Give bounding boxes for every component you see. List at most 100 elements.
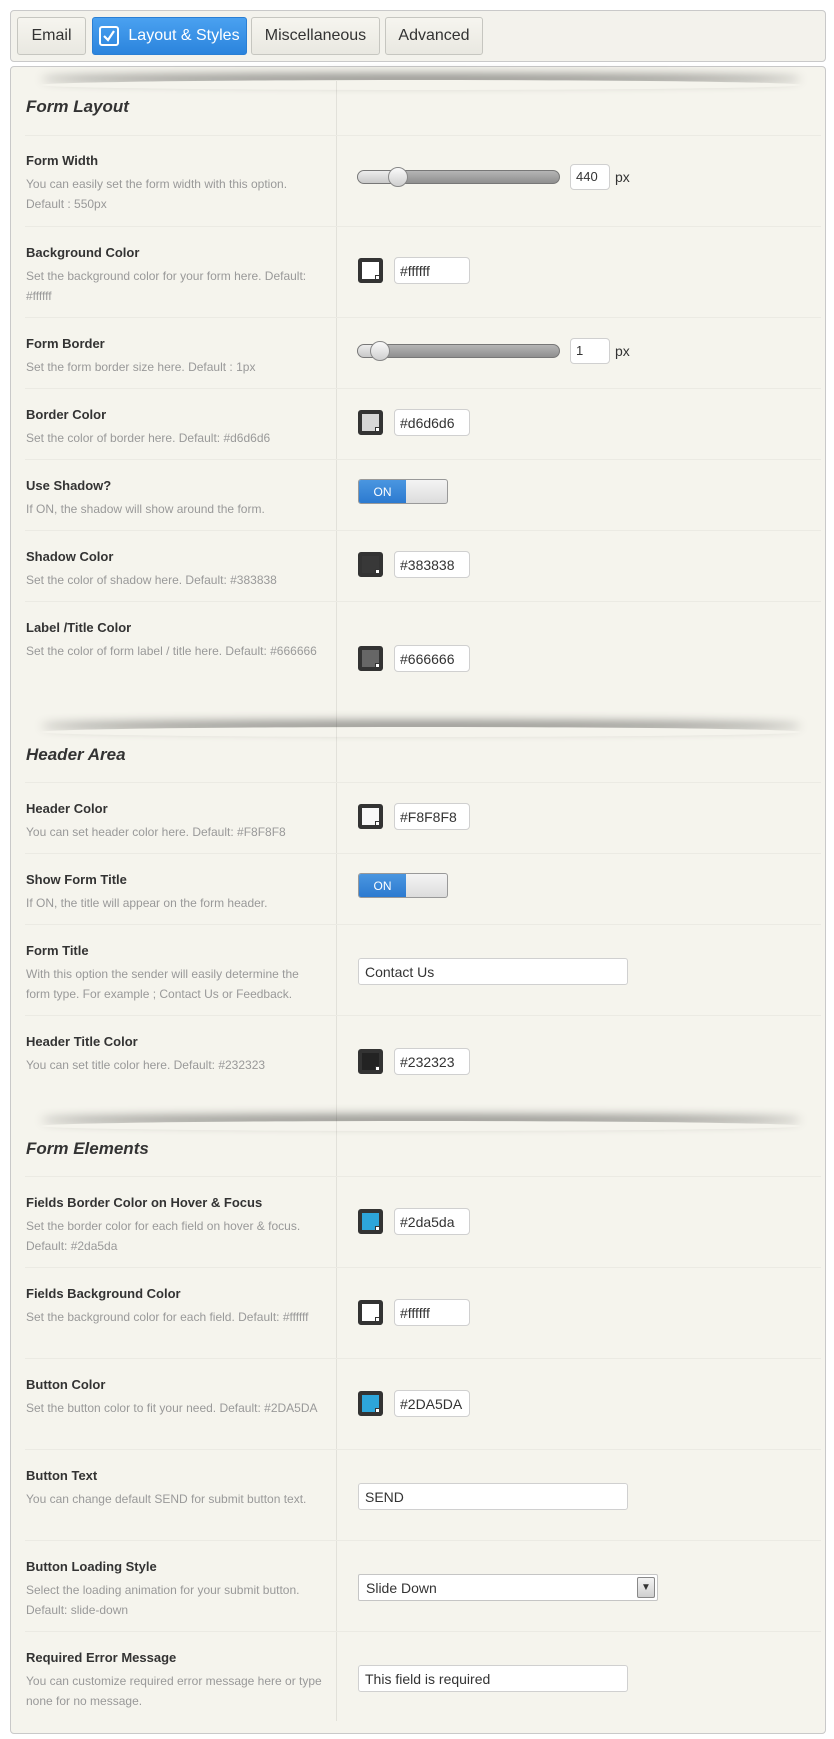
toggle-on-label: ON [359,480,406,503]
setting-label: Required Error Message [26,1650,177,1665]
background-color-input[interactable]: #ffffff [394,257,470,284]
setting-label: Border Color [26,407,107,422]
tab-advanced-label: Advanced [398,27,470,44]
tab-layout-styles[interactable]: Layout & Styles [92,17,247,55]
separator [25,1358,821,1359]
button-color-swatch[interactable] [358,1391,383,1416]
slider-handle[interactable] [388,167,408,187]
header-title-color-swatch[interactable] [358,1049,383,1074]
separator [25,226,821,227]
toggle-on-label: ON [359,874,406,897]
setting-description: Set the color of border here. Default: #… [26,431,271,445]
label-color-input[interactable]: #666666 [394,645,470,672]
fields-border-color-input[interactable]: #2da5da [394,1208,470,1235]
swatch-corner-icon [375,1066,380,1071]
border-color-swatch[interactable] [358,410,383,435]
setting-label: Shadow Color [26,549,114,564]
swatch-corner-icon [375,427,380,432]
setting-description: Set the color of form label / title here… [26,644,317,658]
setting-description: Set the button color to fit your need. D… [26,1401,318,1415]
background-color-swatch[interactable] [358,258,383,283]
header-color-swatch[interactable] [358,804,383,829]
button-text-input[interactable]: SEND [358,1483,628,1510]
setting-label: Fields Border Color on Hover & Focus [26,1195,263,1210]
shadow-color-input[interactable]: #383838 [394,551,470,578]
setting-label: Show Form Title [26,872,127,887]
setting-description: You can set title color here. Default: #… [26,1058,266,1072]
separator [25,388,821,389]
swatch-corner-icon [375,1317,380,1322]
separator [25,1631,821,1632]
fields-bg-color-input[interactable]: #ffffff [394,1299,470,1326]
setting-description: If ON, the shadow will show around the f… [26,502,265,516]
fields-bg-color-swatch[interactable] [358,1300,383,1325]
shadow-color-swatch[interactable] [358,552,383,577]
separator [25,1540,821,1541]
required-error-input[interactable]: This field is required [358,1665,628,1692]
form-border-input[interactable]: 1 [570,338,610,364]
form-width-input[interactable]: 440 [570,164,610,190]
tab-advanced[interactable]: Advanced [385,17,483,55]
tab-email[interactable]: Email [17,17,86,55]
separator [25,853,821,854]
setting-label: Form Border [26,336,105,351]
form-width-slider[interactable] [357,167,560,187]
setting-description: Select the loading animation for your su… [26,1583,300,1617]
setting-description: Set the background color for your form h… [26,269,307,303]
checkbox-icon [99,26,120,46]
setting-label: Fields Background Color [26,1286,181,1301]
button-loading-style-select[interactable]: Slide Down ▼ [358,1574,658,1601]
setting-description: Set the color of shadow here. Default: #… [26,573,277,587]
setting-label: Form Title [26,943,89,958]
button-color-input[interactable]: #2DA5DA [394,1390,470,1417]
header-title-color-input[interactable]: #232323 [394,1048,470,1075]
swatch-corner-icon [375,821,380,826]
slider-handle[interactable] [370,341,390,361]
header-color-input[interactable]: #F8F8F8 [394,803,470,830]
chevron-down-icon[interactable]: ▼ [637,1577,655,1598]
separator [25,1015,821,1016]
separator [25,317,821,318]
section-title-form-elements: Form Elements [26,1139,149,1158]
separator [25,530,821,531]
swatch-corner-icon [375,569,380,574]
separator [25,1449,821,1450]
form-border-slider[interactable] [357,341,560,361]
section-shadow [41,1121,801,1131]
section-shadow [41,727,801,737]
border-color-input[interactable]: #d6d6d6 [394,409,470,436]
column-divider [336,81,337,1721]
setting-label: Background Color [26,245,140,260]
tab-bar: Email Layout & Styles Miscellaneous Adva… [10,10,826,62]
swatch-corner-icon [375,1408,380,1413]
fields-border-color-swatch[interactable] [358,1209,383,1234]
setting-description: Set the border color for each field on h… [26,1219,301,1253]
separator [25,135,821,136]
separator [25,459,821,460]
use-shadow-toggle[interactable]: ON [358,479,448,504]
swatch-corner-icon [375,275,380,280]
setting-label: Button Color [26,1377,106,1392]
setting-label: Form Width [26,153,99,168]
setting-label: Label /Title Color [26,620,132,635]
setting-description: Set the background color for each field.… [26,1310,309,1324]
separator [25,601,821,602]
setting-label: Header Title Color [26,1034,138,1049]
tab-layout-styles-label: Layout & Styles [128,27,240,44]
form-title-input[interactable]: Contact Us [358,958,628,985]
settings-panel: Form Layout Form Width You can easily se… [10,66,826,1734]
setting-label: Button Loading Style [26,1559,157,1574]
separator [25,924,821,925]
show-form-title-toggle[interactable]: ON [358,873,448,898]
separator [25,782,821,783]
setting-description: You can customize required error message… [26,1674,322,1708]
section-title-header-area: Header Area [26,745,126,764]
setting-label: Button Text [26,1468,98,1483]
setting-description: You can set header color here. Default: … [26,825,286,839]
tab-miscellaneous[interactable]: Miscellaneous [251,17,380,55]
unit-label: px [615,343,630,359]
setting-label: Use Shadow? [26,478,112,493]
select-value: Slide Down [366,1580,437,1596]
label-color-swatch[interactable] [358,646,383,671]
setting-description: Set the form border size here. Default :… [26,360,256,374]
